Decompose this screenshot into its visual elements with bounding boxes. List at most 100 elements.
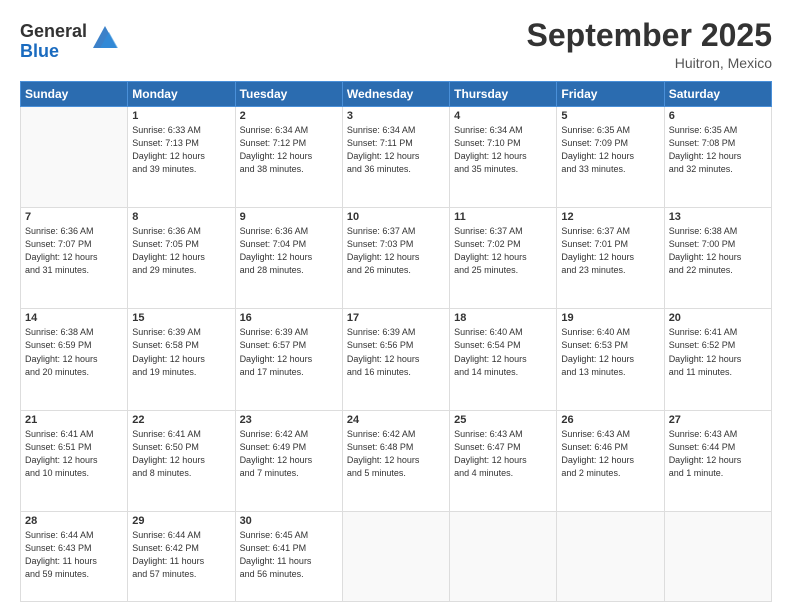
day-number: 5 [561, 110, 659, 122]
table-row: 30Sunrise: 6:45 AM Sunset: 6:41 PM Dayli… [235, 511, 342, 601]
day-number: 16 [240, 312, 338, 324]
day-info: Sunrise: 6:39 AM Sunset: 6:58 PM Dayligh… [132, 326, 230, 378]
day-number: 6 [669, 110, 767, 122]
day-number: 11 [454, 211, 552, 223]
day-info: Sunrise: 6:38 AM Sunset: 6:59 PM Dayligh… [25, 326, 123, 378]
day-info: Sunrise: 6:44 AM Sunset: 6:42 PM Dayligh… [132, 529, 230, 581]
table-row: 6 Sunrise: 6:35 AM Sunset: 7:08 PM Daylig… [664, 107, 771, 208]
day-number: 2 [240, 110, 338, 122]
logo-general: General [20, 22, 87, 42]
day-number: 18 [454, 312, 552, 324]
day-info: Sunrise: 6:34 AM Sunset: 7:10 PM Dayligh… [454, 124, 552, 176]
calendar-row: 14Sunrise: 6:38 AM Sunset: 6:59 PM Dayli… [21, 309, 772, 410]
header: General Blue September 2025 Huitron, Mex… [20, 18, 772, 71]
table-row: 7 Sunrise: 6:36 AM Sunset: 7:07 PM Daylig… [21, 208, 128, 309]
table-row: 11 Sunrise: 6:37 AM Sunset: 7:02 PM Dayli… [450, 208, 557, 309]
table-row: 4Sunrise: 6:34 AM Sunset: 7:10 PM Daylig… [450, 107, 557, 208]
table-row: 2Sunrise: 6:34 AM Sunset: 7:12 PM Daylig… [235, 107, 342, 208]
table-row: 18 Sunrise: 6:40 AM Sunset: 6:54 PM Dayli… [450, 309, 557, 410]
table-row: 13Sunrise: 6:38 AM Sunset: 7:00 PM Dayli… [664, 208, 771, 309]
table-row: 8 Sunrise: 6:36 AM Sunset: 7:05 PM Daylig… [128, 208, 235, 309]
table-row: 19 Sunrise: 6:40 AM Sunset: 6:53 PM Dayli… [557, 309, 664, 410]
day-number: 1 [132, 110, 230, 122]
day-info: Sunrise: 6:43 AM Sunset: 6:47 PM Dayligh… [454, 428, 552, 480]
day-number: 8 [132, 211, 230, 223]
day-info: Sunrise: 6:44 AM Sunset: 6:43 PM Dayligh… [25, 529, 123, 581]
table-row: 16 Sunrise: 6:39 AM Sunset: 6:57 PM Dayli… [235, 309, 342, 410]
day-number: 23 [240, 414, 338, 426]
day-number: 19 [561, 312, 659, 324]
day-number: 20 [669, 312, 767, 324]
day-number: 25 [454, 414, 552, 426]
day-number: 27 [669, 414, 767, 426]
day-number: 3 [347, 110, 445, 122]
day-info: Sunrise: 6:37 AM Sunset: 7:03 PM Dayligh… [347, 225, 445, 277]
col-tuesday: Tuesday [235, 82, 342, 107]
day-number: 7 [25, 211, 123, 223]
table-row [450, 511, 557, 601]
day-info: Sunrise: 6:41 AM Sunset: 6:50 PM Dayligh… [132, 428, 230, 480]
table-row: 28 Sunrise: 6:44 AM Sunset: 6:43 PM Dayli… [21, 511, 128, 601]
col-sunday: Sunday [21, 82, 128, 107]
logo: General Blue [20, 22, 119, 62]
day-number: 15 [132, 312, 230, 324]
table-row: 17 Sunrise: 6:39 AM Sunset: 6:56 PM Dayli… [342, 309, 449, 410]
table-row: 5 Sunrise: 6:35 AM Sunset: 7:09 PM Daylig… [557, 107, 664, 208]
logo-blue: Blue [20, 42, 87, 62]
day-info: Sunrise: 6:37 AM Sunset: 7:02 PM Dayligh… [454, 225, 552, 277]
day-number: 29 [132, 515, 230, 527]
day-number: 13 [669, 211, 767, 223]
day-info: Sunrise: 6:42 AM Sunset: 6:49 PM Dayligh… [240, 428, 338, 480]
day-info: Sunrise: 6:43 AM Sunset: 6:44 PM Dayligh… [669, 428, 767, 480]
table-row: 3Sunrise: 6:34 AM Sunset: 7:11 PM Daylig… [342, 107, 449, 208]
month-title: September 2025 [527, 18, 772, 53]
table-row [664, 511, 771, 601]
day-info: Sunrise: 6:39 AM Sunset: 6:57 PM Dayligh… [240, 326, 338, 378]
col-friday: Friday [557, 82, 664, 107]
day-number: 28 [25, 515, 123, 527]
table-row [557, 511, 664, 601]
day-info: Sunrise: 6:40 AM Sunset: 6:53 PM Dayligh… [561, 326, 659, 378]
day-info: Sunrise: 6:40 AM Sunset: 6:54 PM Dayligh… [454, 326, 552, 378]
day-info: Sunrise: 6:39 AM Sunset: 6:56 PM Dayligh… [347, 326, 445, 378]
day-info: Sunrise: 6:41 AM Sunset: 6:52 PM Dayligh… [669, 326, 767, 378]
calendar-row: 21 Sunrise: 6:41 AM Sunset: 6:51 PM Dayli… [21, 410, 772, 511]
table-row: 25 Sunrise: 6:43 AM Sunset: 6:47 PM Dayli… [450, 410, 557, 511]
table-row: 23 Sunrise: 6:42 AM Sunset: 6:49 PM Dayli… [235, 410, 342, 511]
day-info: Sunrise: 6:36 AM Sunset: 7:04 PM Dayligh… [240, 225, 338, 277]
day-info: Sunrise: 6:36 AM Sunset: 7:05 PM Dayligh… [132, 225, 230, 277]
location: Huitron, Mexico [527, 55, 772, 71]
table-row: 27 Sunrise: 6:43 AM Sunset: 6:44 PM Dayli… [664, 410, 771, 511]
day-info: Sunrise: 6:41 AM Sunset: 6:51 PM Dayligh… [25, 428, 123, 480]
col-monday: Monday [128, 82, 235, 107]
table-row: 15 Sunrise: 6:39 AM Sunset: 6:58 PM Dayli… [128, 309, 235, 410]
table-row: 21 Sunrise: 6:41 AM Sunset: 6:51 PM Dayli… [21, 410, 128, 511]
day-number: 22 [132, 414, 230, 426]
day-number: 21 [25, 414, 123, 426]
col-wednesday: Wednesday [342, 82, 449, 107]
calendar-header-row: Sunday Monday Tuesday Wednesday Thursday… [21, 82, 772, 107]
day-number: 26 [561, 414, 659, 426]
table-row: 10Sunrise: 6:37 AM Sunset: 7:03 PM Dayli… [342, 208, 449, 309]
table-row: 24Sunrise: 6:42 AM Sunset: 6:48 PM Dayli… [342, 410, 449, 511]
calendar-row: 7 Sunrise: 6:36 AM Sunset: 7:07 PM Daylig… [21, 208, 772, 309]
day-number: 17 [347, 312, 445, 324]
day-info: Sunrise: 6:33 AM Sunset: 7:13 PM Dayligh… [132, 124, 230, 176]
day-info: Sunrise: 6:36 AM Sunset: 7:07 PM Dayligh… [25, 225, 123, 277]
col-saturday: Saturday [664, 82, 771, 107]
table-row: 26Sunrise: 6:43 AM Sunset: 6:46 PM Dayli… [557, 410, 664, 511]
title-block: September 2025 Huitron, Mexico [527, 18, 772, 71]
table-row: 29 Sunrise: 6:44 AM Sunset: 6:42 PM Dayli… [128, 511, 235, 601]
col-thursday: Thursday [450, 82, 557, 107]
table-row: 9 Sunrise: 6:36 AM Sunset: 7:04 PM Daylig… [235, 208, 342, 309]
logo-icon [91, 24, 119, 52]
table-row: 20 Sunrise: 6:41 AM Sunset: 6:52 PM Dayli… [664, 309, 771, 410]
table-row [21, 107, 128, 208]
table-row: 1 Sunrise: 6:33 AM Sunset: 7:13 PM Daylig… [128, 107, 235, 208]
day-number: 12 [561, 211, 659, 223]
day-info: Sunrise: 6:35 AM Sunset: 7:08 PM Dayligh… [669, 124, 767, 176]
day-number: 9 [240, 211, 338, 223]
table-row: 12Sunrise: 6:37 AM Sunset: 7:01 PM Dayli… [557, 208, 664, 309]
table-row: 22 Sunrise: 6:41 AM Sunset: 6:50 PM Dayli… [128, 410, 235, 511]
day-info: Sunrise: 6:35 AM Sunset: 7:09 PM Dayligh… [561, 124, 659, 176]
